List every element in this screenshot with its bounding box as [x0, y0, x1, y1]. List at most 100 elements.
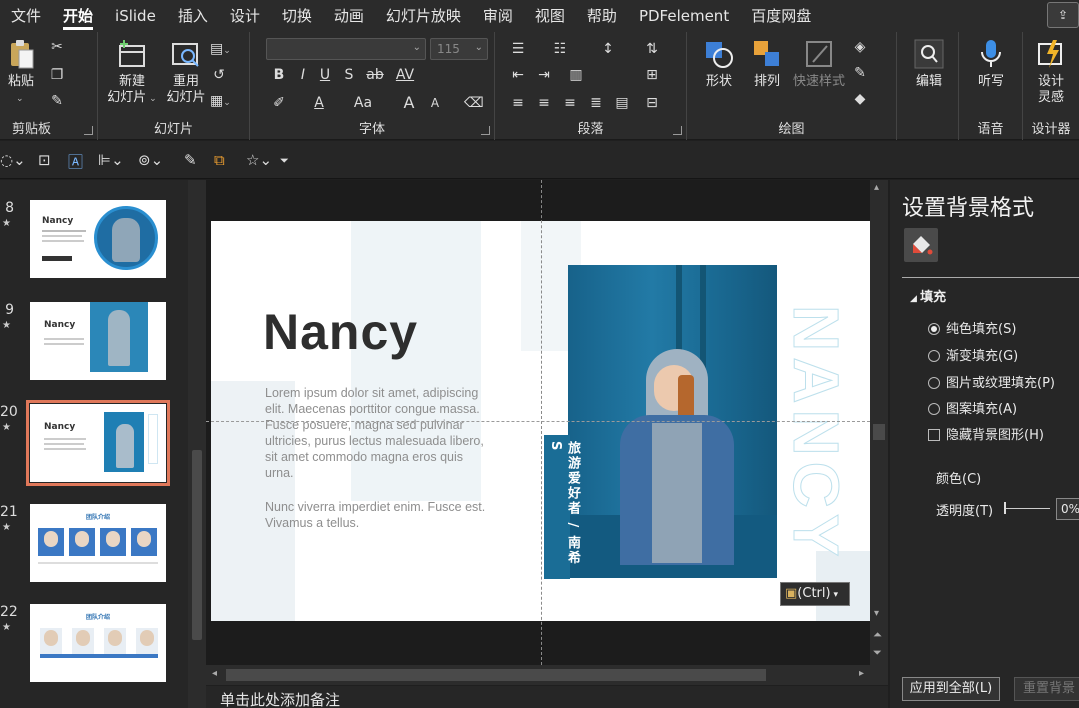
- shape-fill-icon[interactable]: ◈: [851, 38, 869, 56]
- copy-icon[interactable]: ❐: [48, 66, 66, 84]
- menu-tab[interactable]: 幻灯片放映: [375, 0, 472, 32]
- menu-tab[interactable]: 插入: [167, 0, 219, 32]
- text-box-icon[interactable]: 🄰: [68, 151, 83, 172]
- vertical-label-box[interactable]: 旅游爱好者 / 南希S: [544, 435, 580, 579]
- underline-button[interactable]: U: [316, 66, 334, 84]
- menu-tab[interactable]: 文件: [0, 0, 52, 32]
- justify-icon[interactable]: ≣: [587, 94, 605, 112]
- font-launcher[interactable]: [481, 126, 490, 135]
- editor-hscroll-thumb[interactable]: [226, 669, 766, 681]
- menu-tab[interactable]: iSlide: [104, 0, 167, 32]
- font-size-dropdown[interactable]: 115 ⌄: [430, 38, 488, 60]
- crop-icon[interactable]: ⧉: [214, 151, 225, 169]
- fill-tab[interactable]: [904, 228, 938, 262]
- radio[interactable]: [928, 403, 940, 415]
- shadow-button[interactable]: S: [340, 66, 358, 84]
- char-spacing-button[interactable]: AV: [392, 66, 418, 84]
- font-color-icon[interactable]: A: [310, 94, 328, 112]
- transparency-input[interactable]: 0%: [1056, 498, 1079, 520]
- vertical-outline-text[interactable]: NANCY: [779, 305, 853, 564]
- font-name-dropdown[interactable]: ⌄: [266, 38, 426, 60]
- reset-icon[interactable]: ↺: [210, 66, 228, 84]
- italic-button[interactable]: I: [294, 66, 312, 84]
- reset-background-button[interactable]: 重置背景: [1014, 677, 1079, 701]
- next-slide-icon[interactable]: ⏷: [873, 646, 882, 660]
- thumbnail-scroll-thumb[interactable]: [192, 450, 202, 640]
- thumbnail-row[interactable]: 22 ★ 团队介绍: [0, 604, 188, 694]
- menu-tab[interactable]: 审阅: [472, 0, 524, 32]
- slide-thumbnail[interactable]: 团队介绍: [30, 504, 166, 582]
- picture-fill-option[interactable]: 图片或纹理填充(P): [928, 372, 1055, 391]
- design-ideas-button[interactable]: 设计 灵感: [1031, 38, 1071, 106]
- decrease-indent-icon[interactable]: ⇤: [509, 66, 527, 84]
- align-right-icon[interactable]: ≡: [561, 94, 579, 112]
- horizontal-guide[interactable]: [206, 421, 870, 422]
- gradient-fill-option[interactable]: 渐变填充(G): [928, 345, 1018, 364]
- cut-icon[interactable]: ✂: [48, 38, 66, 56]
- numbering-icon[interactable]: ☷: [551, 40, 569, 58]
- thumbnail-row[interactable]: 9 ★ Nancy: [0, 302, 188, 392]
- bullets-icon[interactable]: ☰: [509, 40, 527, 58]
- editor-vscroll-thumb[interactable]: [873, 424, 885, 440]
- slide-thumbnail-selected[interactable]: Nancy: [26, 400, 170, 486]
- fill-section-header[interactable]: ◢ 填充: [910, 286, 946, 305]
- slide-thumbnail[interactable]: Nancy: [30, 200, 166, 278]
- editor-horizontal-scrollbar[interactable]: ◂ ▸: [206, 665, 870, 685]
- apply-to-all-button[interactable]: 应用到全部(L): [902, 677, 1000, 701]
- menu-tab[interactable]: 动画: [323, 0, 375, 32]
- vertical-guide[interactable]: [541, 180, 542, 665]
- menu-tab[interactable]: 设计: [219, 0, 271, 32]
- shape-icon[interactable]: ◌⌄: [0, 151, 26, 169]
- bold-button[interactable]: B: [270, 66, 288, 84]
- shapes-button[interactable]: 形状: [699, 38, 739, 90]
- slide-title[interactable]: Nancy: [263, 303, 418, 361]
- scroll-right-icon[interactable]: ▸: [859, 668, 864, 679]
- format-painter-icon[interactable]: ✎: [48, 92, 66, 110]
- thumbnail-row[interactable]: 21 ★ 团队介绍: [0, 504, 188, 594]
- shape-outline-icon[interactable]: ✎: [851, 64, 869, 82]
- reuse-slide-button[interactable]: 重用 幻灯片: [162, 38, 210, 106]
- increase-indent-icon[interactable]: ⇥: [535, 66, 553, 84]
- select-icon[interactable]: ⊡: [38, 151, 51, 169]
- transparency-slider-handle[interactable]: [1004, 502, 1006, 514]
- slide-thumbnail[interactable]: 团队介绍: [30, 604, 166, 682]
- menu-tab[interactable]: 百度网盘: [740, 0, 822, 32]
- strikethrough-button[interactable]: ab: [364, 66, 386, 84]
- slide-body-text-2[interactable]: Nunc viverra imperdiet enim. Fusce est. V…: [265, 499, 515, 531]
- scroll-down-icon[interactable]: ▾: [874, 608, 879, 619]
- customize-icon[interactable]: ⏷: [280, 154, 289, 168]
- thumbnail-row[interactable]: 20 ★ Nancy: [0, 400, 188, 494]
- star-icon[interactable]: ☆⌄: [246, 151, 272, 169]
- columns-icon[interactable]: ▥: [567, 66, 585, 84]
- change-case-button[interactable]: Aa: [348, 94, 378, 112]
- line-spacing-icon[interactable]: ↕: [599, 40, 617, 58]
- highlight-icon[interactable]: ✐: [270, 94, 288, 112]
- menu-tab[interactable]: PDFelement: [628, 0, 740, 32]
- section-icon[interactable]: ▦⌄: [210, 92, 231, 110]
- align-center-icon[interactable]: ≡: [535, 94, 553, 112]
- scroll-left-icon[interactable]: ◂: [212, 668, 217, 679]
- shrink-font-button[interactable]: A: [426, 94, 444, 112]
- scroll-up-icon[interactable]: ▴: [874, 182, 879, 193]
- menu-tab[interactable]: 开始: [52, 0, 104, 32]
- align-text-icon[interactable]: ⊞: [643, 66, 661, 84]
- radio-checked[interactable]: [928, 323, 940, 335]
- smartart-icon[interactable]: ⊟: [643, 94, 661, 112]
- dictate-button[interactable]: 听写: [971, 38, 1011, 90]
- grow-font-button[interactable]: A: [400, 94, 418, 112]
- transparency-slider[interactable]: [1004, 508, 1050, 509]
- radio[interactable]: [928, 377, 940, 389]
- quick-styles-button[interactable]: 快速样式: [789, 38, 849, 90]
- hide-bg-graphics-option[interactable]: 隐藏背景图形(H): [928, 424, 1044, 443]
- paragraph-launcher[interactable]: [673, 126, 682, 135]
- notes-pane[interactable]: 单击此处添加备注: [206, 686, 888, 708]
- radio[interactable]: [928, 350, 940, 362]
- arrange-button[interactable]: 排列: [747, 38, 787, 90]
- editor-vertical-scrollbar[interactable]: ▴ ▾ ⏶ ⏷: [870, 180, 888, 685]
- menu-tab[interactable]: 视图: [524, 0, 576, 32]
- menu-tab[interactable]: 帮助: [576, 0, 628, 32]
- paste-options-button[interactable]: ▣(Ctrl) ▾: [780, 582, 850, 606]
- checkbox[interactable]: [928, 429, 940, 441]
- clear-format-icon[interactable]: ⌫: [464, 94, 484, 112]
- clipboard-launcher[interactable]: [84, 126, 93, 135]
